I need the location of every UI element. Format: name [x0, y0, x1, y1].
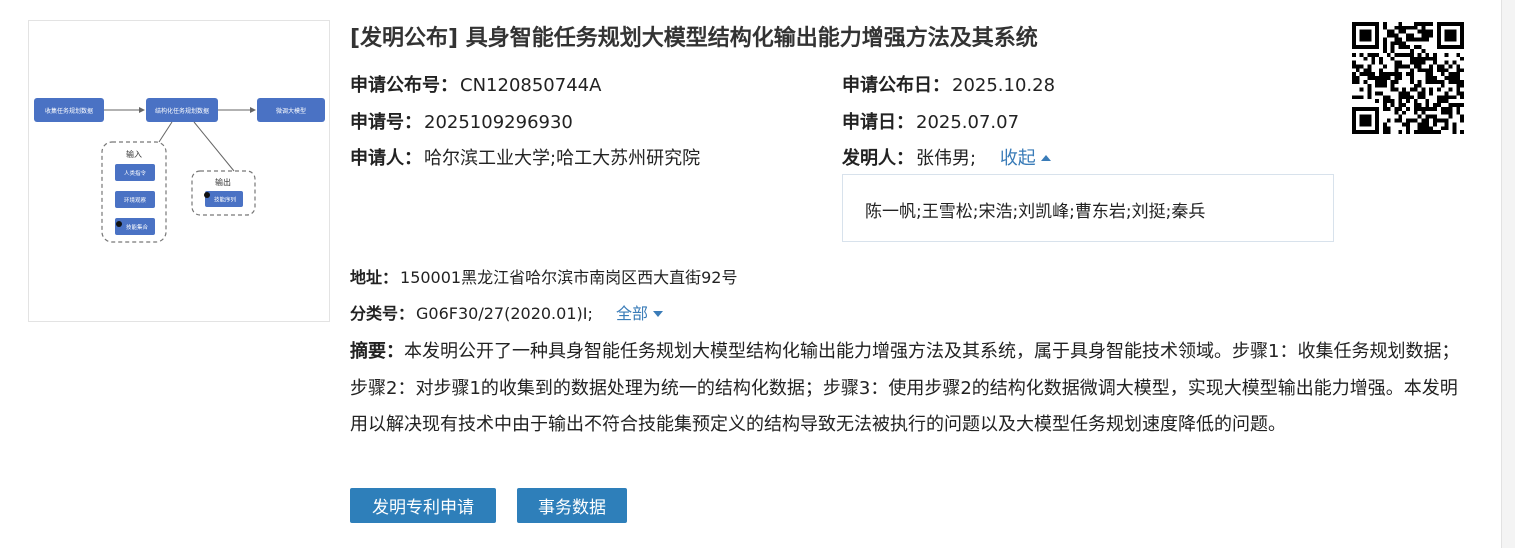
patent-title[interactable]: [发明公布] 具身智能任务规划大模型结构化输出能力增强方法及其系统: [350, 20, 1038, 52]
diagram-input-item: 人类指令: [124, 169, 147, 177]
app-date-value: 2025.07.07: [916, 112, 1020, 133]
qr-code: [1352, 22, 1464, 134]
app-date-field: 申请日： 2025.07.07: [842, 108, 1019, 134]
patent-application-button[interactable]: 发明专利申请: [350, 488, 496, 523]
diagram-output-title: 输出: [215, 177, 231, 187]
inventor-label: 发明人：: [842, 148, 914, 169]
diagram-input-item: 技能集合: [126, 223, 149, 231]
pub-date-value: 2025.10.28: [952, 75, 1056, 96]
classification-expand-link[interactable]: 全部: [616, 304, 663, 323]
applicant-field: 申请人： 哈尔滨工业大学;哈工大苏州研究院: [350, 144, 700, 170]
address-field: 地址： 150001黑龙江省哈尔滨市南岗区西大直街92号: [350, 264, 737, 288]
diagram-output-item: 技能序列: [214, 196, 237, 204]
abstract-text: 本发明公开了一种具身智能任务规划大模型结构化输出能力增强方法及其系统，属于具身智…: [350, 341, 1460, 435]
classification-expand-label[interactable]: 全部: [616, 304, 648, 323]
app-date-label: 申请日：: [842, 112, 914, 133]
inventor-more-list: 陈一帆;王雪松;宋浩;刘凯峰;曹东岩;刘挺;秦兵: [865, 202, 1206, 222]
address-label: 地址：: [350, 268, 399, 287]
inventor-field: 发明人： 张伟男; 收起: [842, 144, 1051, 170]
scrollbar[interactable]: [1501, 0, 1515, 548]
chevron-up-icon[interactable]: [1040, 155, 1051, 161]
app-no-label: 申请号：: [350, 112, 422, 133]
pub-no-label: 申请公布号：: [350, 75, 458, 96]
patent-figure-thumbnail[interactable]: 收集任务规划数据 结构化任务规划数据 微调大模型 输入 人类指令 环境观察 技能…: [28, 20, 330, 322]
inventor-collapse-label[interactable]: 收起: [1000, 148, 1036, 169]
classification-value: G06F30/27(2020.01)I;: [416, 304, 593, 323]
diagram-input-title: 输入: [126, 149, 142, 159]
app-no-field: 申请号： 2025109296930: [350, 108, 573, 134]
pub-no-value: CN120850744A: [460, 75, 602, 96]
chevron-down-icon[interactable]: [652, 311, 663, 317]
affairs-data-button[interactable]: 事务数据: [517, 488, 627, 523]
address-value: 150001黑龙江省哈尔滨市南岗区西大直街92号: [400, 268, 738, 287]
classification-label: 分类号：: [350, 304, 415, 323]
abstract-label: 摘要：: [350, 341, 404, 362]
pub-date-field: 申请公布日： 2025.10.28: [842, 71, 1055, 97]
abstract: 摘要：本发明公开了一种具身智能任务规划大模型结构化输出能力增强方法及其系统，属于…: [350, 334, 1470, 444]
diagram-node-collect-label: 收集任务规划数据: [45, 107, 93, 115]
diagram-node-finetune-label: 微调大模型: [276, 107, 306, 115]
app-no-value: 2025109296930: [424, 112, 573, 133]
pub-date-label: 申请公布日：: [842, 75, 950, 96]
inventor-more-panel: 陈一帆;王雪松;宋浩;刘凯峰;曹东岩;刘挺;秦兵: [842, 174, 1334, 242]
inventor-value: 张伟男;: [916, 148, 977, 169]
inventor-collapse-link[interactable]: 收起: [1000, 148, 1051, 169]
applicant-label: 申请人：: [350, 148, 422, 169]
classification-field: 分类号： G06F30/27(2020.01)I; 全部: [350, 300, 663, 324]
applicant-value: 哈尔滨工业大学;哈工大苏州研究院: [424, 148, 701, 169]
diagram-node-structured-label: 结构化任务规划数据: [155, 107, 209, 115]
pub-no-field: 申请公布号： CN120850744A: [350, 71, 601, 97]
diagram-input-item: 环境观察: [124, 196, 147, 204]
